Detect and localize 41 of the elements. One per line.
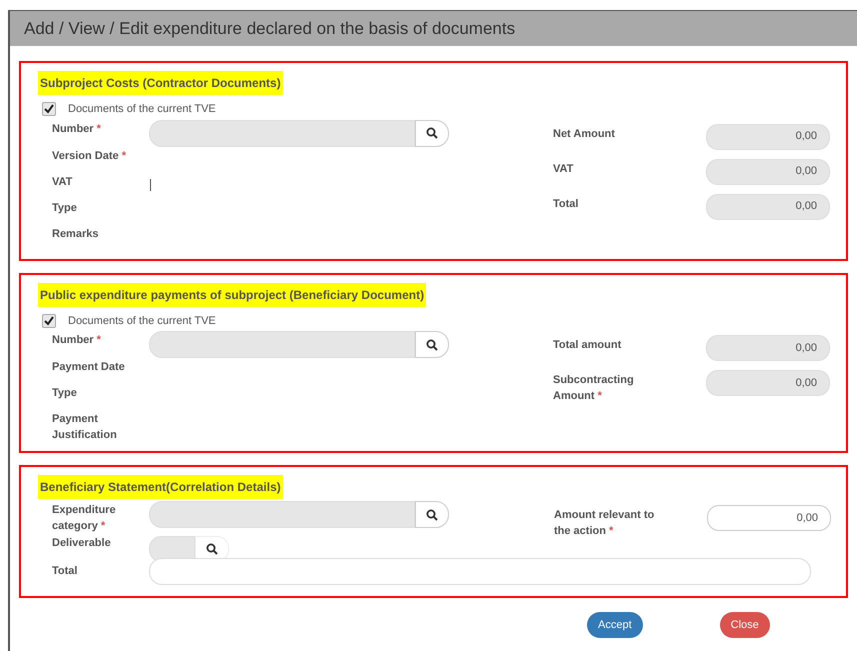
checkbox-label: Documents of the current TVE bbox=[68, 314, 216, 328]
field-label: Total amount bbox=[553, 338, 622, 353]
section-title: Public expenditure payments of subproject (Beneficiary Document) bbox=[38, 282, 426, 306]
field-label: VAT bbox=[52, 174, 74, 190]
accept-button[interactable]: Accept bbox=[587, 612, 643, 638]
search-button[interactable] bbox=[415, 120, 449, 146]
search-button[interactable] bbox=[415, 501, 449, 528]
search-icon bbox=[206, 543, 218, 555]
checkbox[interactable] bbox=[42, 102, 56, 116]
field-label: Number * bbox=[52, 333, 102, 348]
search-field[interactable] bbox=[149, 501, 415, 528]
field-label: Type bbox=[52, 386, 78, 401]
search-button[interactable] bbox=[415, 331, 449, 358]
field-label: Total bbox=[52, 564, 78, 579]
search-field[interactable] bbox=[149, 331, 415, 358]
field-label: Net Amount bbox=[553, 126, 616, 142]
search-icon bbox=[426, 127, 438, 139]
close-button[interactable]: Close bbox=[720, 612, 770, 638]
field-label: Amount relevant to the action * bbox=[554, 508, 656, 539]
field-label: Number * bbox=[52, 122, 102, 136]
search-icon bbox=[426, 338, 438, 350]
field-label: Type bbox=[52, 200, 78, 216]
amount-field[interactable]: 0,00 bbox=[707, 505, 831, 531]
text-cursor bbox=[150, 178, 151, 190]
checkbox[interactable] bbox=[42, 314, 56, 328]
field-label: Total bbox=[553, 196, 580, 212]
window-title: Add / View / Edit expenditure declared on the basis of documents bbox=[24, 18, 516, 40]
field-label: Subcontracting Amount * bbox=[553, 373, 635, 404]
field-label: Payment Justification bbox=[52, 412, 118, 443]
field-label: VAT bbox=[553, 162, 574, 176]
input-field[interactable] bbox=[149, 558, 811, 585]
search-icon bbox=[426, 508, 438, 520]
section-title: Subproject Costs (Contractor Documents) bbox=[38, 71, 283, 95]
field-label: Deliverable bbox=[52, 536, 112, 551]
section-title: Beneficiary Statement(Correlation Details) bbox=[38, 475, 283, 499]
field-label: Payment Date bbox=[52, 360, 126, 375]
field-label: Expenditure category * bbox=[52, 503, 117, 534]
field-label: Version Date * bbox=[52, 148, 127, 164]
checkbox-label: Documents of the current TVE bbox=[68, 102, 216, 117]
search-field[interactable] bbox=[149, 120, 415, 146]
field-label: Remarks bbox=[52, 226, 100, 242]
